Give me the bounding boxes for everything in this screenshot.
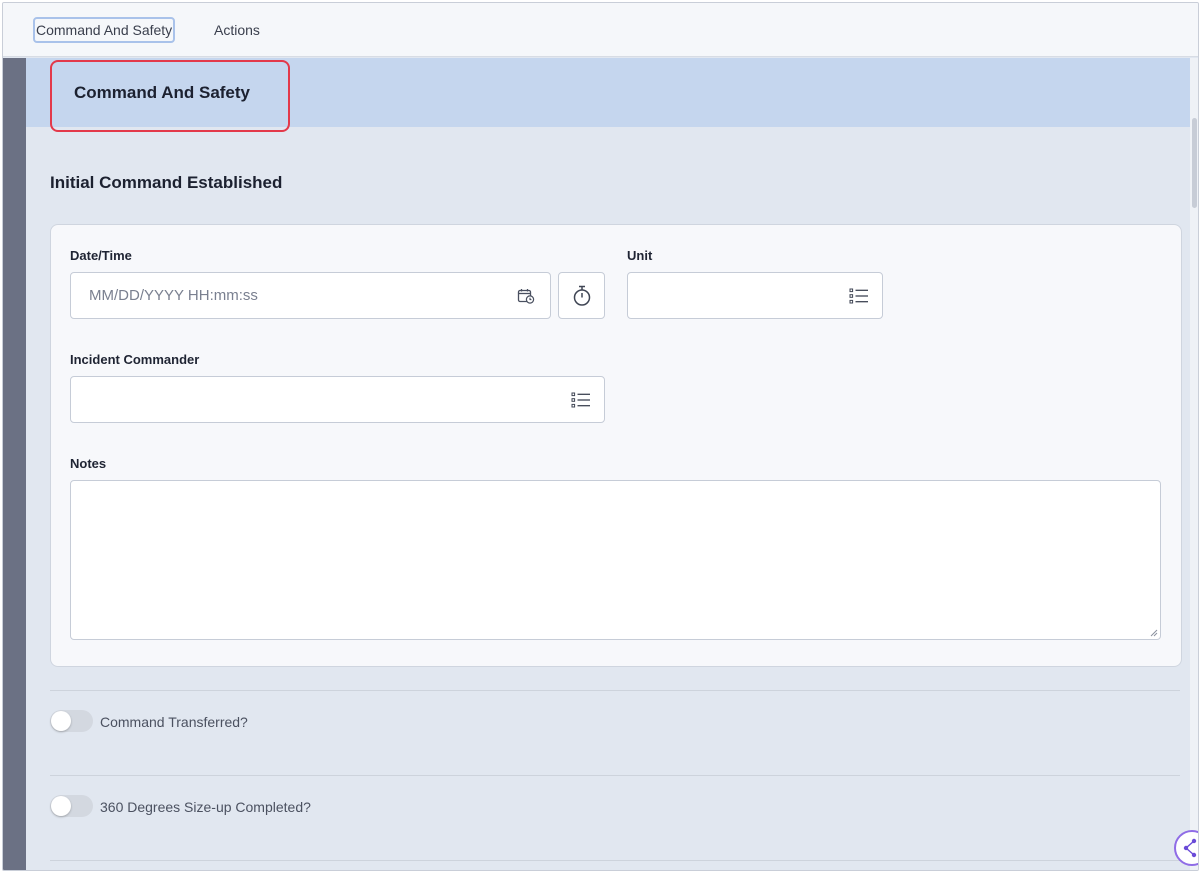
- toggle-knob: [51, 796, 71, 816]
- command-transferred-label: Command Transferred?: [100, 714, 248, 730]
- list-icon: [571, 392, 590, 408]
- calendar-clock-icon[interactable]: [517, 288, 535, 304]
- workflow-fab-button[interactable]: [1174, 830, 1198, 866]
- resize-handle-icon[interactable]: [1150, 629, 1158, 637]
- scrollbar[interactable]: [1190, 58, 1198, 870]
- datetime-label: Date/Time: [70, 248, 132, 263]
- list-icon: [849, 288, 868, 304]
- app-window: Command And Safety Actions Command And S…: [2, 2, 1199, 871]
- command-transferred-toggle[interactable]: [50, 710, 93, 732]
- size-up-completed-toggle[interactable]: [50, 795, 93, 817]
- divider: [50, 690, 1180, 691]
- divider: [50, 860, 1180, 861]
- stopwatch-icon: [573, 285, 591, 306]
- tab-actions[interactable]: Actions: [212, 17, 262, 43]
- tab-bar: Command And Safety Actions: [3, 3, 1198, 57]
- datetime-input[interactable]: MM/DD/YYYY HH:mm:ss: [70, 272, 551, 319]
- divider: [50, 775, 1180, 776]
- section-header: Command And Safety: [26, 58, 1198, 132]
- notes-label: Notes: [70, 456, 107, 471]
- incident-commander-label: Incident Commander: [70, 352, 200, 367]
- initial-command-card: Date/Time MM/DD/YYYY HH:mm:ss Unit Incid…: [50, 224, 1182, 667]
- left-rail: [3, 58, 26, 870]
- notes-textarea[interactable]: [70, 480, 1161, 640]
- unit-select[interactable]: [627, 272, 883, 319]
- datetime-placeholder: MM/DD/YYYY HH:mm:ss: [89, 287, 258, 304]
- tab-command-and-safety[interactable]: Command And Safety: [33, 17, 176, 43]
- toggle-knob: [51, 711, 71, 731]
- workflow-icon: [1183, 838, 1197, 858]
- subsection-heading: Initial Command Established: [50, 173, 283, 192]
- section-title: Command And Safety: [50, 60, 290, 132]
- scrollbar-thumb[interactable]: [1192, 118, 1197, 208]
- size-up-completed-label: 360 Degrees Size-up Completed?: [100, 799, 311, 815]
- unit-label: Unit: [627, 248, 653, 263]
- stopwatch-button[interactable]: [558, 272, 605, 319]
- incident-commander-select[interactable]: [70, 376, 605, 423]
